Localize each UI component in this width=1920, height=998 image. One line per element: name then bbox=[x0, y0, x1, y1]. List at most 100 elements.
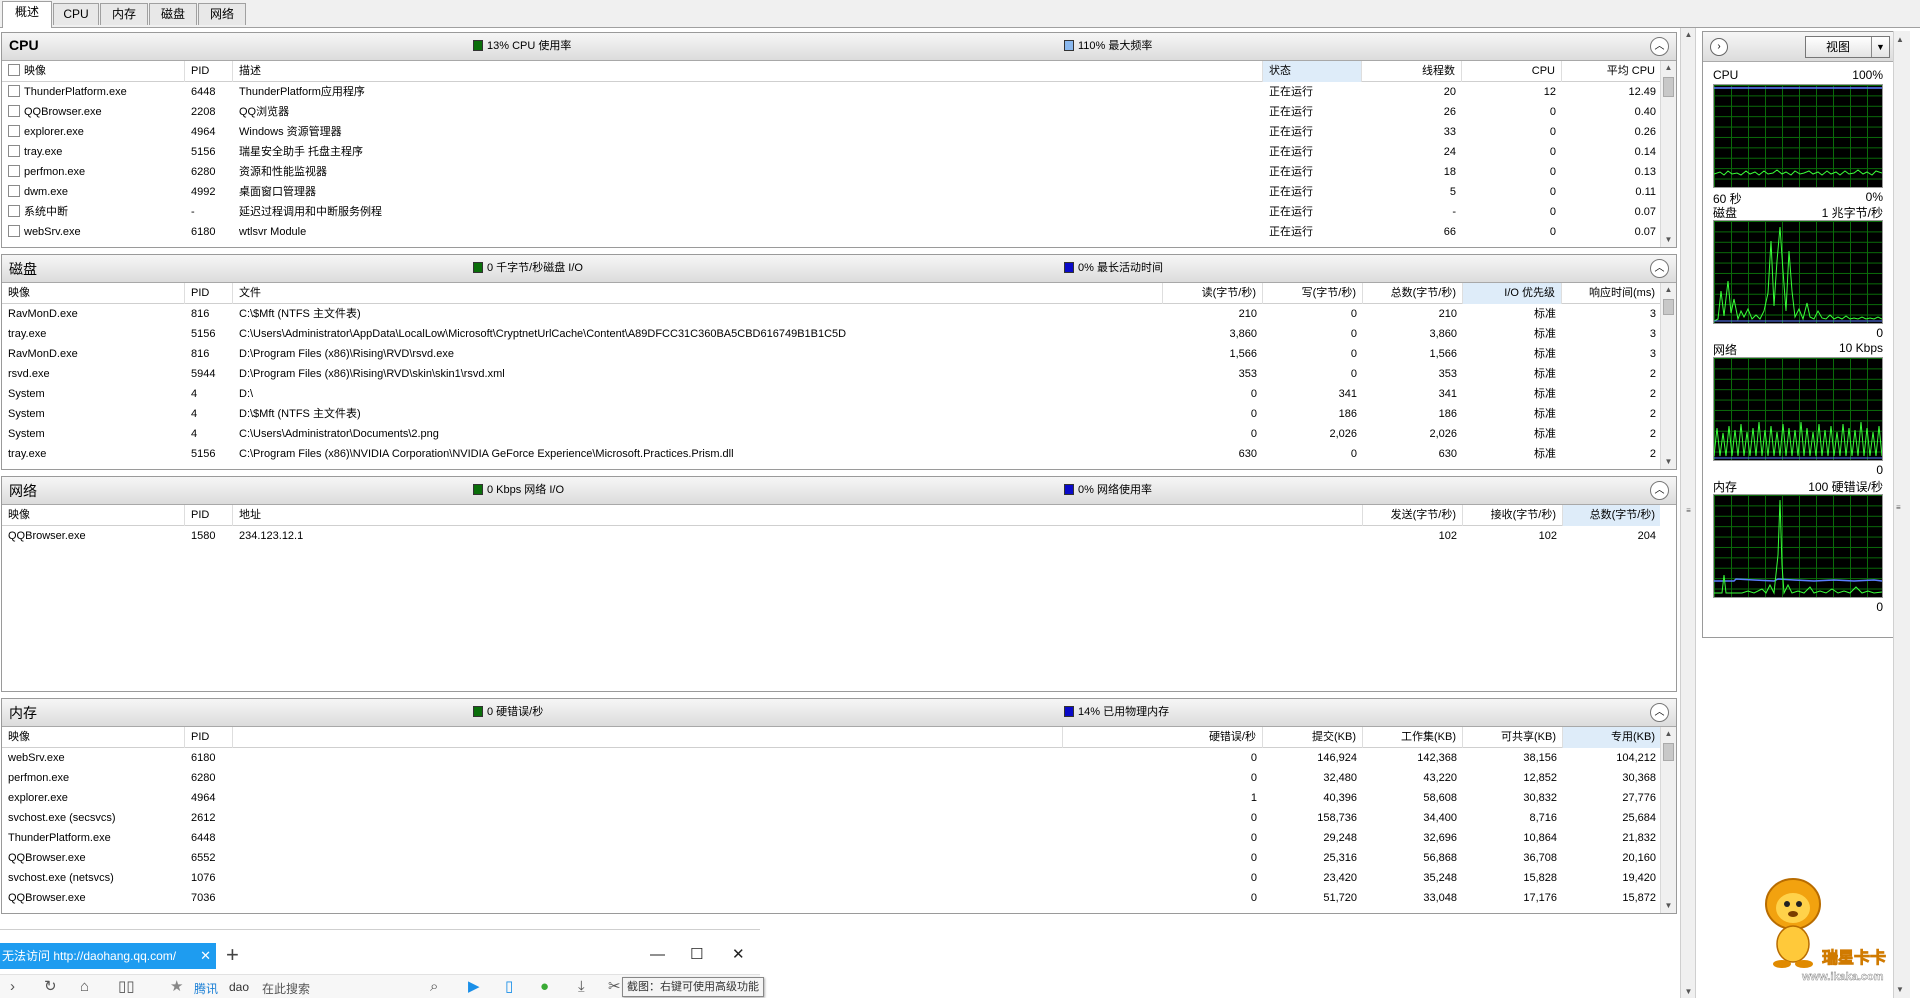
col-cpu[interactable]: CPU bbox=[1462, 61, 1562, 82]
col-file[interactable]: 文件 bbox=[233, 283, 1163, 304]
tab-cpu[interactable]: CPU bbox=[53, 3, 99, 25]
col-write[interactable]: 写(字节/秒) bbox=[1263, 283, 1363, 304]
table-row[interactable]: QQBrowser.exe 7036 0 51,720 33,048 17,176 15,8… bbox=[2, 888, 1660, 908]
search-input[interactable]: 在此搜索 bbox=[262, 980, 310, 997]
table-row[interactable]: webSrv.exe 6180 wtlsvr Module 正在运行 66 0 0.07 bbox=[2, 222, 1660, 242]
search-icon[interactable]: ⌕ bbox=[430, 978, 438, 996]
col-send[interactable]: 发送(字节/秒) bbox=[1363, 505, 1463, 526]
table-row[interactable]: explorer.exe 4964 Windows 资源管理器 正在运行 33 0 0.26 bbox=[2, 122, 1660, 142]
scissors-icon[interactable]: ✂ bbox=[608, 978, 621, 996]
select-all-checkbox[interactable] bbox=[8, 64, 20, 76]
collapse-panel-button[interactable]: › bbox=[1710, 38, 1728, 56]
collapse-memory-button[interactable]: ︿ bbox=[1650, 703, 1669, 722]
table-row[interactable]: webSrv.exe 6180 0 146,924 142,368 38,156 104,2… bbox=[2, 748, 1660, 768]
table-row[interactable]: svchost.exe (netsvcs) 1076 0 23,420 35,248 15… bbox=[2, 868, 1660, 888]
col-private[interactable]: 专用(KB) bbox=[1563, 727, 1662, 748]
row-checkbox[interactable] bbox=[8, 165, 20, 177]
maximize-icon[interactable]: ☐ bbox=[690, 942, 703, 968]
tab-overview[interactable]: 概述 bbox=[2, 1, 52, 28]
col-image[interactable]: 映像 bbox=[2, 505, 185, 526]
row-checkbox[interactable] bbox=[8, 205, 20, 217]
graph-panel-scrollbar[interactable]: ▲ ≡ ▼ bbox=[1893, 31, 1910, 998]
table-row[interactable]: QQBrowser.exe 2208 QQ浏览器 正在运行 26 0 0.40 bbox=[2, 102, 1660, 122]
col-shareable[interactable]: 可共享(KB) bbox=[1463, 727, 1563, 748]
row-checkbox[interactable] bbox=[8, 145, 20, 157]
col-hard-faults[interactable]: 硬错误/秒 bbox=[1063, 727, 1263, 748]
forward-icon[interactable]: › bbox=[10, 978, 15, 996]
col-pid[interactable]: PID bbox=[185, 505, 233, 526]
row-checkbox[interactable] bbox=[8, 185, 20, 197]
col-pid[interactable]: PID bbox=[185, 727, 233, 748]
row-checkbox[interactable] bbox=[8, 105, 20, 117]
cpu-scrollbar[interactable]: ▲ ▼ bbox=[1660, 61, 1676, 247]
col-pid[interactable]: PID bbox=[185, 61, 233, 82]
col-receive[interactable]: 接收(字节/秒) bbox=[1463, 505, 1563, 526]
play-icon[interactable]: ▶ bbox=[468, 978, 480, 996]
col-total[interactable]: 总数(字节/秒) bbox=[1363, 283, 1463, 304]
collapse-network-button[interactable]: ︿ bbox=[1650, 481, 1669, 500]
col-image[interactable]: 映像 bbox=[2, 61, 185, 82]
minimize-icon[interactable]: — bbox=[650, 942, 665, 968]
table-row[interactable]: perfmon.exe 6280 0 32,480 43,220 12,852 30,368 bbox=[2, 768, 1660, 788]
network-section-header[interactable]: 网络 0 Kbps 网络 I/O 0% 网络使用率 ︿ bbox=[2, 477, 1676, 505]
col-avg-cpu[interactable]: 平均 CPU bbox=[1562, 61, 1662, 82]
col-commit[interactable]: 提交(KB) bbox=[1263, 727, 1363, 748]
col-read[interactable]: 读(字节/秒) bbox=[1163, 283, 1263, 304]
phone-icon[interactable]: ▯ bbox=[505, 978, 513, 996]
col-pid[interactable]: PID bbox=[185, 283, 233, 304]
table-row[interactable]: QQBrowser.exe 6552 0 25,316 56,868 36,708 20,1… bbox=[2, 848, 1660, 868]
close-window-icon[interactable]: ✕ bbox=[732, 942, 745, 968]
search-prefix[interactable]: dao bbox=[229, 980, 249, 994]
table-row[interactable]: System 4 C:\Users\Administrator\Documents\… bbox=[2, 424, 1660, 444]
col-description[interactable]: 描述 bbox=[233, 61, 1263, 82]
table-row[interactable]: QQBrowser.exe 1580 234.123.12.1 102 102 204 bbox=[2, 526, 1660, 546]
table-row[interactable]: 系统中断 - 延迟过程调用和中断服务例程 正在运行 -0 0.07 bbox=[2, 202, 1660, 222]
col-threads[interactable]: 线程数 bbox=[1362, 61, 1462, 82]
table-row[interactable]: RavMonD.exe 816 C:\$Mft (NTFS 主文件表) 210 0 210… bbox=[2, 304, 1660, 324]
tab-network[interactable]: 网络 bbox=[198, 3, 246, 25]
disk-section-header[interactable]: 磁盘 0 千字节/秒磁盘 I/O 0% 最长活动时间 ︿ bbox=[2, 255, 1676, 283]
wechat-icon[interactable]: ● bbox=[540, 978, 549, 996]
refresh-icon[interactable]: ↻ bbox=[44, 978, 57, 996]
table-row[interactable]: ThunderPlatform.exe 6448 0 29,248 32,696 10,8… bbox=[2, 828, 1660, 848]
table-row[interactable]: ThunderPlatform.exe 6448 ThunderPlatform应用… bbox=[2, 82, 1660, 102]
table-row[interactable]: rsvd.exe 5944 D:\Program Files (x86)\Risin… bbox=[2, 364, 1660, 384]
collapse-cpu-button[interactable]: ︿ bbox=[1650, 37, 1669, 56]
row-checkbox[interactable] bbox=[8, 125, 20, 137]
table-row[interactable]: tray.exe 5156 瑞星安全助手 托盘主程序 正在运行 24 0 0.14 bbox=[2, 142, 1660, 162]
favorite-link[interactable]: 腾讯 bbox=[194, 980, 218, 997]
close-tab-icon[interactable]: ✕ bbox=[200, 943, 211, 969]
table-row[interactable]: System 4 D:\$Mft (NTFS 主文件表) 0 186 186 标准 2 bbox=[2, 404, 1660, 424]
col-response-time[interactable]: 响应时间(ms) bbox=[1562, 283, 1662, 304]
tab-memory[interactable]: 内存 bbox=[100, 3, 148, 25]
browser-tab[interactable]: 无法访问 http://daohang.qq.com/ ✕ bbox=[0, 943, 216, 969]
table-row[interactable]: tray.exe 5156 C:\Users\Administrator\AppDa… bbox=[2, 324, 1660, 344]
table-row[interactable]: explorer.exe 4964 1 40,396 58,608 30,832 27,77… bbox=[2, 788, 1660, 808]
memory-scrollbar[interactable]: ▲ ▼ bbox=[1660, 727, 1676, 913]
chevron-down-icon[interactable]: ▼ bbox=[1871, 37, 1889, 57]
star-icon[interactable]: ★ bbox=[170, 978, 183, 996]
col-image[interactable]: 映像 bbox=[2, 283, 185, 304]
col-total[interactable]: 总数(字节/秒) bbox=[1563, 505, 1662, 526]
new-tab-icon[interactable]: + bbox=[226, 942, 239, 968]
table-row[interactable]: perfmon.exe 6280 资源和性能监视器 正在运行 18 0 0.13 bbox=[2, 162, 1660, 182]
table-row[interactable]: svchost.exe (secsvcs) 2612 0 158,736 34,400 8… bbox=[2, 808, 1660, 828]
col-io-priority[interactable]: I/O 优先级 bbox=[1463, 283, 1562, 304]
row-checkbox[interactable] bbox=[8, 85, 20, 97]
home-icon[interactable]: ⌂ bbox=[80, 978, 89, 996]
view-button[interactable]: 视图 ▼ bbox=[1805, 36, 1890, 58]
table-row[interactable]: System 4 D:\ 0 341 341 标准 2 bbox=[2, 384, 1660, 404]
col-status[interactable]: 状态 bbox=[1263, 61, 1362, 82]
disk-scrollbar[interactable]: ▲ ▼ bbox=[1660, 283, 1676, 469]
download-icon[interactable]: ⤓ bbox=[578, 978, 585, 996]
col-image[interactable]: 映像 bbox=[2, 727, 185, 748]
table-row[interactable]: dwm.exe 4992 桌面窗口管理器 正在运行 5 0 0.11 bbox=[2, 182, 1660, 202]
reader-icon[interactable]: ▯▯ bbox=[118, 978, 135, 996]
col-working-set[interactable]: 工作集(KB) bbox=[1363, 727, 1463, 748]
memory-section-header[interactable]: 内存 0 硬错误/秒 14% 已用物理内存 ︿ bbox=[2, 699, 1676, 727]
collapse-disk-button[interactable]: ︿ bbox=[1650, 259, 1669, 278]
table-row[interactable]: tray.exe 5156 C:\Program Files (x86)\NVIDI… bbox=[2, 444, 1660, 464]
row-checkbox[interactable] bbox=[8, 225, 20, 237]
tab-disk[interactable]: 磁盘 bbox=[149, 3, 197, 25]
col-address[interactable]: 地址 bbox=[233, 505, 1363, 526]
